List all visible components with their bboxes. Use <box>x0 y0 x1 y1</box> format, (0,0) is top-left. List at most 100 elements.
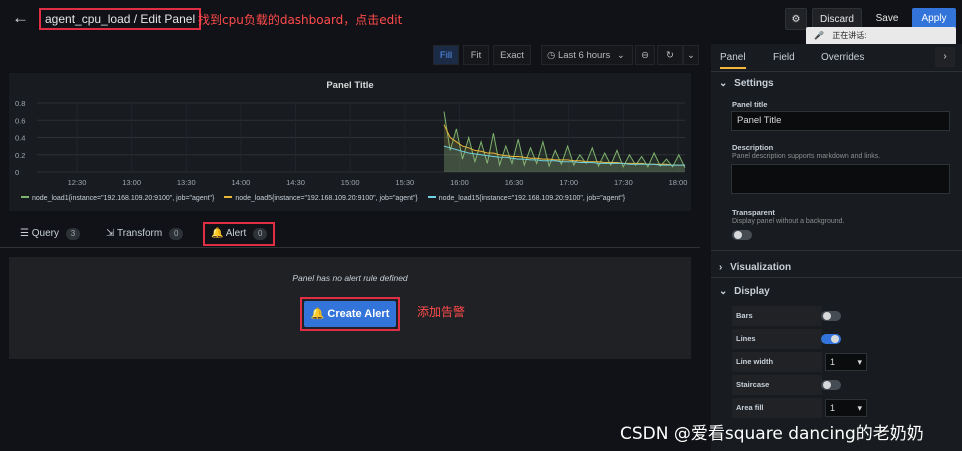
display-option-select[interactable]: 1 ▾ <box>825 353 867 371</box>
display-option-label: Lines <box>732 329 822 349</box>
sidebar-tabs-divider <box>711 71 962 72</box>
fit-button[interactable]: Fit <box>463 45 489 65</box>
exact-button[interactable]: Exact <box>493 45 531 65</box>
x-tick-label: 14:00 <box>232 178 251 187</box>
legend-label: node_load1{instance="192.168.109.20:9100… <box>32 195 215 202</box>
description-hint: Panel description supports markdown and … <box>732 153 881 160</box>
legend-item[interactable]: node_load5{instance="192.168.109.20:9100… <box>224 195 418 202</box>
back-arrow-icon[interactable]: ← <box>12 9 30 27</box>
fill-button[interactable]: Fill <box>433 45 459 65</box>
panel-title-input[interactable]: Panel Title <box>731 111 950 131</box>
legend-swatch <box>21 196 29 199</box>
panel-title: Panel Title <box>326 80 374 91</box>
refresh-interval-chevron-icon[interactable]: ⌄ <box>683 45 699 65</box>
x-tick-label: 18:00 <box>669 178 688 187</box>
tab-alert-count: 0 <box>253 228 268 240</box>
display-option-label: Bars <box>732 306 822 326</box>
bell-icon: 🔔 <box>310 308 325 320</box>
y-tick-label: 0 <box>15 168 19 177</box>
section-divider <box>711 277 962 278</box>
transparent-toggle[interactable] <box>732 230 752 240</box>
display-option-select[interactable]: 1 ▾ <box>825 399 867 417</box>
display-option-label: Line width <box>732 352 822 372</box>
options-sidebar: Panel Field Overrides › ⌄ Settings Panel… <box>711 44 962 451</box>
legend-label: node_load5{instance="192.168.109.20:9100… <box>235 195 418 202</box>
legend-label: node_load15{instance="192.168.109.20:910… <box>438 195 626 202</box>
tab-transform[interactable]: ⇲ Transform 0 <box>106 221 184 247</box>
display-option-toggle[interactable] <box>821 380 841 390</box>
transparent-label: Transparent <box>732 208 775 217</box>
microphone-icon: 🎤 <box>814 31 824 40</box>
settings-label: Settings <box>734 78 774 89</box>
chart-legend: node_load1{instance="192.168.109.20:9100… <box>21 195 635 202</box>
x-tick-label: 17:00 <box>559 178 578 187</box>
x-tick-label: 13:30 <box>177 178 196 187</box>
sidebar-tab-field[interactable]: Field <box>773 52 795 63</box>
legend-swatch <box>224 196 233 199</box>
section-divider <box>711 250 962 251</box>
chevron-down-icon: ▾ <box>857 403 862 413</box>
visualization-section[interactable]: › Visualization <box>719 262 791 273</box>
zoom-out-icon[interactable]: ⊖ <box>635 45 655 65</box>
description-label: Description <box>732 143 774 152</box>
tab-alert[interactable]: 🔔 Alert 0 <box>203 222 276 246</box>
display-section[interactable]: ⌄ Display <box>719 286 770 297</box>
legend-swatch <box>427 196 436 199</box>
settings-section[interactable]: ⌄ Settings <box>719 78 774 89</box>
chevron-down-icon: ⌄ <box>616 50 625 61</box>
display-option-value: 1 <box>830 403 836 413</box>
tab-transform-count: 0 <box>168 228 184 240</box>
x-tick-label: 12:30 <box>68 178 87 187</box>
x-tick-label: 17:30 <box>614 178 633 187</box>
time-range-picker[interactable]: ◷ Last 6 hours ⌄ <box>541 45 633 65</box>
display-option-label: Staircase <box>732 375 822 395</box>
edit-annotation: 找到cpu负载的dashboard，点击edit <box>198 13 403 27</box>
clock-icon: ◷ <box>547 50 556 61</box>
display-option-toggle[interactable] <box>821 334 841 344</box>
database-icon: ☰ <box>20 228 29 239</box>
y-tick-label: 0.8 <box>15 99 25 108</box>
panel-breadcrumb-title: agent_cpu_load / Edit Panel <box>39 8 202 30</box>
display-option-value: 1 <box>830 357 836 367</box>
chevron-right-icon: › <box>719 262 723 273</box>
tab-query[interactable]: ☰ Query 3 <box>20 221 81 247</box>
y-tick-label: 0.6 <box>15 116 25 125</box>
legend-item[interactable]: node_load1{instance="192.168.109.20:9100… <box>21 195 214 202</box>
tab-query-count: 3 <box>65 228 81 240</box>
chevron-down-icon: ⌄ <box>719 286 728 297</box>
y-tick-label: 0.4 <box>15 134 25 143</box>
speaking-status-bar: 🎤 正在讲话: <box>806 27 956 45</box>
bell-icon: 🔔 <box>211 228 224 239</box>
x-tick-label: 13:00 <box>122 178 141 187</box>
watermark: CSDN @爱看square dancing的老奶奶 <box>620 424 924 444</box>
add-alert-annotation: 添加告警 <box>417 305 466 319</box>
graph-panel: Panel Title 0 0.2 0.4 0.6 0.8 12:30 13:00 13:30… <box>9 73 691 211</box>
sidebar-tab-panel[interactable]: Panel <box>720 52 746 69</box>
tab-transform-label: Transform <box>117 228 163 239</box>
tab-alert-label: Alert <box>225 228 247 239</box>
display-option-label: Area fill <box>732 398 822 418</box>
display-option-toggle[interactable] <box>821 311 841 321</box>
x-tick-label: 16:00 <box>450 178 469 187</box>
alert-editor: Panel has no alert rule defined 🔔 Create… <box>9 257 691 359</box>
description-textarea[interactable] <box>731 164 950 194</box>
tabs-divider <box>0 247 700 248</box>
gear-icon[interactable]: ⚙ <box>785 8 807 30</box>
sidebar-tab-overrides[interactable]: Overrides <box>821 52 864 63</box>
chevron-down-icon: ▾ <box>857 357 862 367</box>
chevron-down-icon: ⌄ <box>719 78 728 89</box>
time-range-label: Last 6 hours <box>557 50 611 61</box>
y-tick-label: 0.2 <box>15 151 25 160</box>
transform-icon: ⇲ <box>106 228 115 239</box>
x-tick-label: 16:30 <box>505 178 524 187</box>
visualization-label: Visualization <box>730 262 792 273</box>
legend-item[interactable]: node_load15{instance="192.168.109.20:910… <box>427 195 626 202</box>
no-alert-message: Panel has no alert rule defined <box>292 273 408 283</box>
chevron-right-icon[interactable]: › <box>935 47 955 67</box>
x-tick-label: 15:00 <box>341 178 360 187</box>
transparent-hint: Display panel without a background. <box>732 218 845 225</box>
x-tick-label: 14:30 <box>286 178 305 187</box>
create-alert-highlight: 🔔 Create Alert <box>300 297 400 331</box>
create-alert-button[interactable]: 🔔 Create Alert <box>304 301 396 327</box>
refresh-icon[interactable]: ↻ <box>657 45 683 65</box>
